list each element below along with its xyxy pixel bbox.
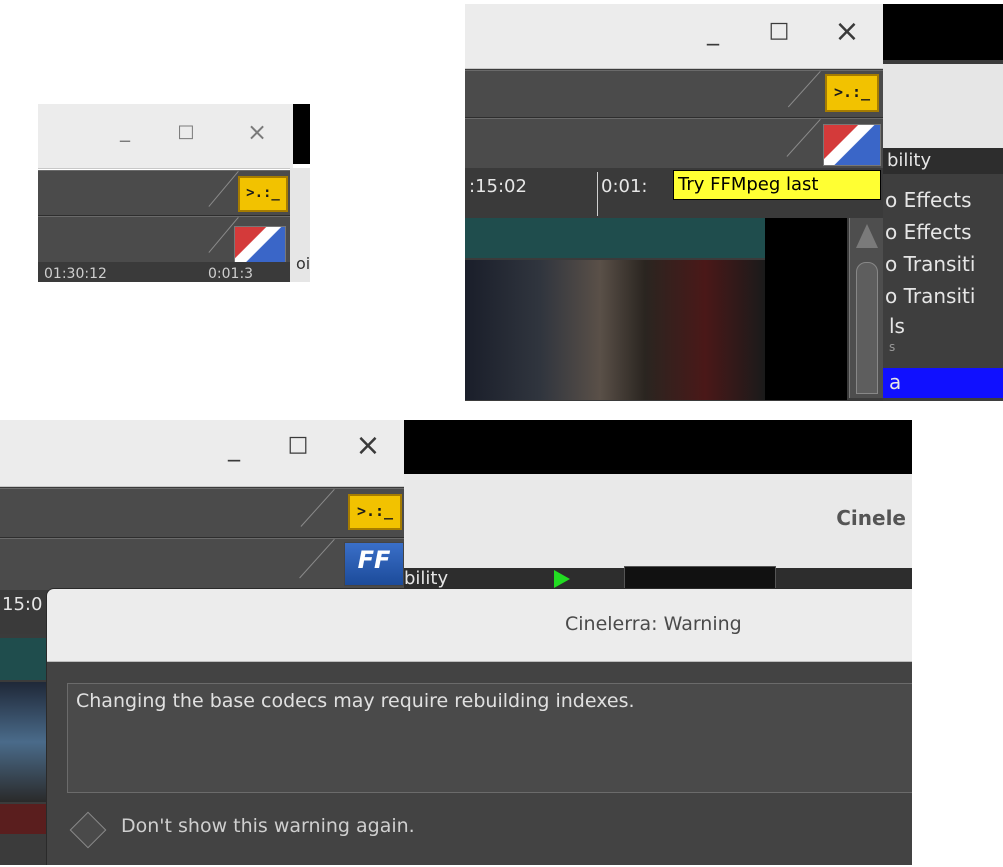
timecode-label: 15:0 (2, 594, 43, 615)
video-thumbnail-area (465, 260, 765, 400)
maximize-button[interactable]: □ (286, 432, 310, 457)
panel-tooltip: _ □ × >.:_ bility :15:02 0:01: Try FFMpe… (465, 4, 1003, 401)
titlebar (465, 4, 883, 69)
scroll-up-arrow-icon[interactable] (856, 224, 878, 248)
tab-label[interactable]: bility (404, 568, 448, 589)
list-item[interactable]: ls (889, 314, 905, 338)
toolbar-row-1 (465, 70, 883, 118)
titlebar (0, 420, 404, 487)
toolbar-row-2 (465, 118, 883, 170)
close-button[interactable]: × (245, 118, 269, 146)
terminal-icon[interactable]: >.:_ (825, 74, 879, 112)
side-text: oi (296, 254, 311, 273)
maximize-button[interactable]: □ (175, 121, 197, 142)
timecode-label-2: 0:01: (601, 176, 648, 197)
ffmpeg-icon[interactable] (234, 226, 286, 266)
terminal-icon[interactable]: >.:_ (348, 494, 402, 530)
dialog-title: Cinelerra: Warning (565, 613, 742, 635)
list-item[interactable]: o Transiti (885, 252, 975, 276)
ffmpeg-icon[interactable]: FF (344, 542, 404, 586)
black-corner (293, 104, 310, 164)
list-item[interactable]: o Transiti (885, 284, 975, 308)
toolbar-row-1 (0, 488, 404, 538)
warning-message: Changing the base codecs may require reb… (76, 690, 635, 712)
play-icon[interactable] (554, 570, 570, 588)
main-window-titlebar: Cinele (404, 474, 912, 568)
dont-show-checkbox[interactable] (69, 811, 107, 849)
list-item-selected-label: a (889, 370, 902, 394)
black-preview (765, 218, 847, 400)
panel-warning: _ □ × Cinele >.:_ FF bility 15:0 Cineler… (0, 420, 912, 865)
message-box: Changing the base codecs may require reb… (67, 683, 912, 793)
list-item[interactable]: o Effects (885, 188, 972, 212)
timecode-label-2: 0:01:3 (208, 266, 254, 282)
timecode-label: 01:30:12 (44, 266, 107, 282)
ffmpeg-icon[interactable] (823, 124, 881, 166)
panel-small: _ □ × oi >.:_ 01:30:12 0:01:3 (38, 104, 310, 282)
tab-label[interactable]: bility (887, 150, 931, 171)
checkbox-label[interactable]: Don't show this warning again. (121, 815, 415, 837)
maximize-button[interactable]: □ (767, 18, 791, 43)
tooltip: Try FFMpeg last (673, 170, 881, 200)
black-region (883, 4, 1003, 60)
list-item[interactable]: o Effects (885, 220, 972, 244)
black-region (404, 420, 912, 474)
light-area (883, 64, 1003, 148)
terminal-icon[interactable]: >.:_ (238, 176, 288, 212)
main-window-title: Cinele (836, 506, 906, 530)
warning-dialog: Cinelerra: Warning Changing the base cod… (46, 588, 912, 865)
timeline-row: 01:30:12 0:01:3 (38, 262, 290, 282)
close-button[interactable]: × (354, 428, 382, 463)
minimize-button[interactable]: _ (114, 118, 136, 142)
resources-list: o Effects o Effects o Transiti o Transit… (883, 174, 1003, 401)
dialog-titlebar: Cinelerra: Warning (47, 589, 912, 662)
list-item-selected[interactable]: a (883, 368, 1003, 398)
timeline-track (465, 218, 765, 258)
tooltip-text: Try FFMpeg last (678, 174, 819, 195)
scroll-thumb[interactable] (856, 262, 878, 394)
timecode-label: :15:02 (469, 176, 527, 197)
close-button[interactable]: × (833, 14, 861, 49)
scrollbar[interactable] (849, 218, 884, 398)
tab-area: bility (883, 148, 1003, 174)
minimize-button[interactable]: _ (222, 434, 246, 462)
minimize-button[interactable]: _ (701, 18, 725, 46)
list-item[interactable]: s (889, 340, 895, 354)
